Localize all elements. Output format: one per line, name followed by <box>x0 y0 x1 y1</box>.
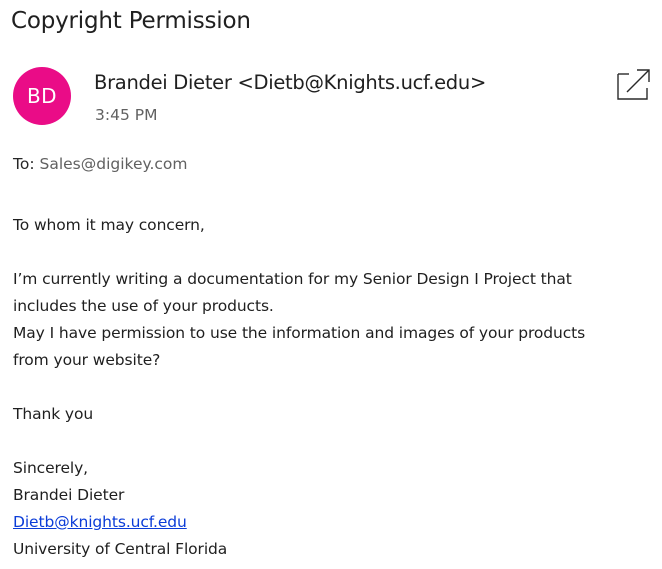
signature-organization: University of Central Florida <box>13 540 228 558</box>
body-paragraph-line: May I have permission to use the informa… <box>13 324 586 342</box>
to-recipient[interactable]: Sales@digikey.com <box>39 155 187 173</box>
to-label: To: <box>13 155 35 173</box>
signature-name: Brandei Dieter <box>13 486 125 504</box>
sender-name-address[interactable]: Brandei Dieter <Dietb@Knights.ucf.edu> <box>94 69 486 97</box>
thanks-line: Thank you <box>13 405 94 423</box>
greeting: To whom it may concern, <box>13 216 205 234</box>
sender-avatar[interactable]: BD <box>13 67 71 125</box>
received-time: 3:45 PM <box>95 106 158 124</box>
closing-line: Sincerely, <box>13 459 89 477</box>
recipients-line: To: Sales@digikey.com <box>13 151 187 177</box>
signature-email-link[interactable]: Dietb@knights.ucf.edu <box>13 513 187 531</box>
message-body: To whom it may concern, I’m currently wr… <box>13 212 661 563</box>
body-paragraph-line: from your website? <box>13 351 161 369</box>
body-paragraph-line: includes the use of your products. <box>13 297 274 315</box>
open-in-new-window-icon <box>617 69 650 100</box>
open-in-new-window-button[interactable] <box>617 68 651 100</box>
body-paragraph-line: I’m currently writing a documentation fo… <box>13 270 572 288</box>
email-subject: Copyright Permission <box>11 8 251 34</box>
